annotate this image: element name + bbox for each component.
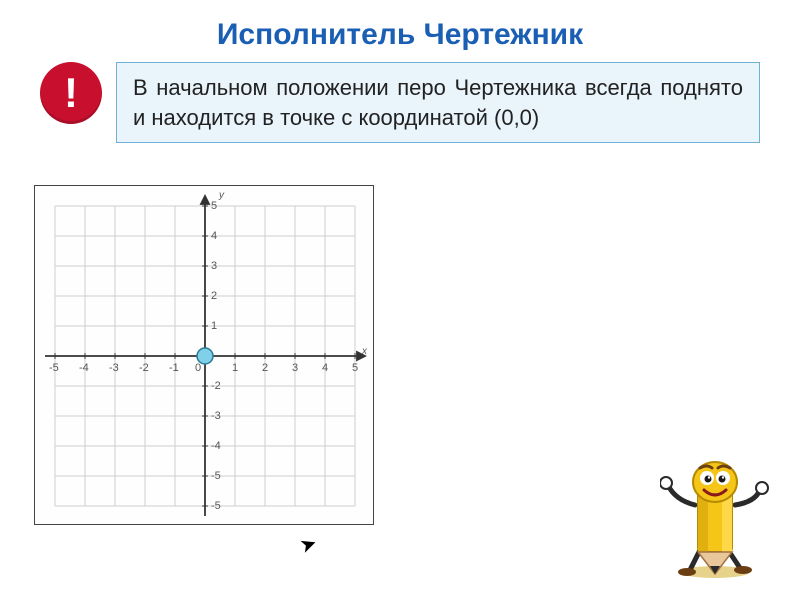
tick-y-3: 3 bbox=[211, 260, 217, 272]
cursor-icon: ➤ bbox=[296, 530, 320, 559]
tick-x-neg4: -4 bbox=[79, 362, 89, 374]
info-row: ! В начальном положении перо Чертежника … bbox=[40, 62, 760, 143]
y-axis-label: y bbox=[219, 190, 224, 201]
tick-y-1: 1 bbox=[211, 320, 217, 332]
info-text: В начальном положении перо Чертежника вс… bbox=[116, 62, 760, 143]
tick-x-4: 4 bbox=[322, 362, 328, 374]
tick-x-3: 3 bbox=[292, 362, 298, 374]
tick-x-2: 2 bbox=[262, 362, 268, 374]
tick-y-neg4: -4 bbox=[211, 440, 221, 452]
coordinate-grid: y x -5 -4 -3 -2 -1 0 1 2 3 4 5 5 4 3 2 1… bbox=[34, 185, 374, 525]
tick-x-neg2: -2 bbox=[139, 362, 149, 374]
tick-origin: 0 bbox=[195, 362, 201, 374]
tick-x-neg3: -3 bbox=[109, 362, 119, 374]
tick-y-5: 5 bbox=[211, 200, 217, 212]
tick-y-4: 4 bbox=[211, 230, 217, 242]
tick-y-2: 2 bbox=[211, 290, 217, 302]
grid-svg bbox=[35, 186, 375, 526]
tick-y-neg5: -5 bbox=[211, 470, 221, 482]
tick-x-neg1: -1 bbox=[169, 362, 179, 374]
tick-x-5: 5 bbox=[352, 362, 358, 374]
page-title: Исполнитель Чертежник bbox=[0, 0, 800, 62]
exclamation-icon: ! bbox=[40, 62, 102, 124]
x-axis-label: x bbox=[362, 346, 367, 357]
tick-x-neg5: -5 bbox=[49, 362, 59, 374]
tick-y-neg3: -3 bbox=[211, 410, 221, 422]
tick-y-bottom: -5 bbox=[211, 500, 221, 512]
tick-x-1: 1 bbox=[232, 362, 238, 374]
pencil-mascot-icon bbox=[660, 450, 770, 580]
tick-y-neg2: -2 bbox=[211, 380, 221, 392]
